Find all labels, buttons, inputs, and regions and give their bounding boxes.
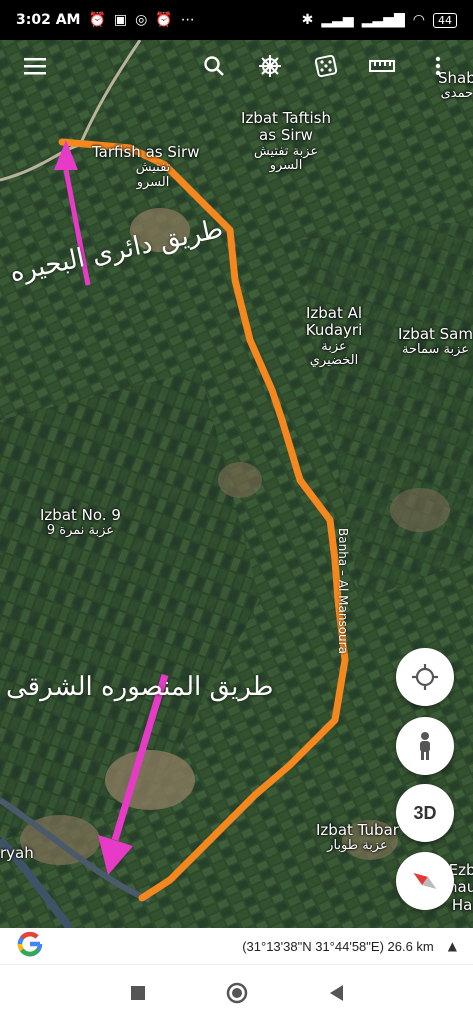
top-toolbar (0, 44, 473, 88)
street-view-button[interactable] (396, 717, 454, 775)
place-label: Izbat Sam عزبة سماحة (398, 325, 473, 358)
signal-icon: ▂▃▅▇ (361, 12, 405, 28)
dice-icon[interactable] (309, 49, 343, 83)
battery-indicator: 44 (433, 12, 457, 28)
3d-toggle-button[interactable]: 3D (396, 784, 454, 842)
signal-icon: ▂▃▅ (321, 12, 354, 28)
place-label: ryah (0, 844, 34, 862)
compass-button[interactable] (396, 852, 454, 910)
alarm-icon: ⏰ (155, 12, 173, 28)
more-icon: ⋯ (180, 12, 195, 28)
instagram-icon: ◎ (135, 12, 148, 28)
expand-caret-icon[interactable]: ▲ (448, 939, 457, 953)
compass-icon (413, 872, 437, 890)
annotation-bottom: طريق المنصوره الشرقى (6, 672, 274, 702)
road-label: Banha – Al Mansoura (336, 528, 350, 654)
coordinates-readout: (31°13'38"N 31°44'58"E) 26.6 km (242, 938, 434, 954)
google-logo (16, 930, 44, 962)
ship-wheel-icon[interactable] (253, 49, 287, 83)
home-icon[interactable] (225, 981, 249, 1009)
more-vert-icon[interactable] (421, 49, 455, 83)
recents-icon[interactable] (130, 985, 146, 1005)
place-label: Tarfish as Sirw تفتيش السرو (92, 143, 200, 191)
back-icon[interactable] (328, 984, 344, 1006)
my-location-button[interactable] (396, 648, 454, 706)
pegman-icon (420, 732, 430, 760)
place-label: Izbat Al Kudayri عزبة الخضيري (305, 304, 363, 369)
status-bar: 3:02 AM ⏰ ▣ ◎ ⏰ ⋯ ✱ ▂▃▅ ▂▃▅▇ ◠ 44 (0, 0, 473, 40)
bottom-info-bar: (31°13'38"N 31°44'58"E) 26.6 km ▲ (0, 928, 473, 964)
location-target-icon (412, 664, 438, 690)
system-nav-bar (0, 964, 473, 1024)
alarm-icon: ⏰ (88, 12, 106, 28)
place-label: Izbat Taftish as Sirw عزبة تفتيش السرو (241, 109, 331, 174)
bluetooth-icon: ✱ (301, 12, 314, 28)
place-label: Izbat Tubar عزبة طوبار (316, 821, 399, 854)
menu-icon[interactable] (18, 49, 52, 83)
status-time: 3:02 AM (16, 12, 81, 28)
wifi-icon: ◠ (412, 12, 425, 28)
ruler-icon[interactable] (365, 49, 399, 83)
search-icon[interactable] (197, 49, 231, 83)
calendar-icon: ▣ (113, 12, 128, 28)
place-label: Izbat No. 9 عزبة نمرة 9 (40, 506, 121, 539)
